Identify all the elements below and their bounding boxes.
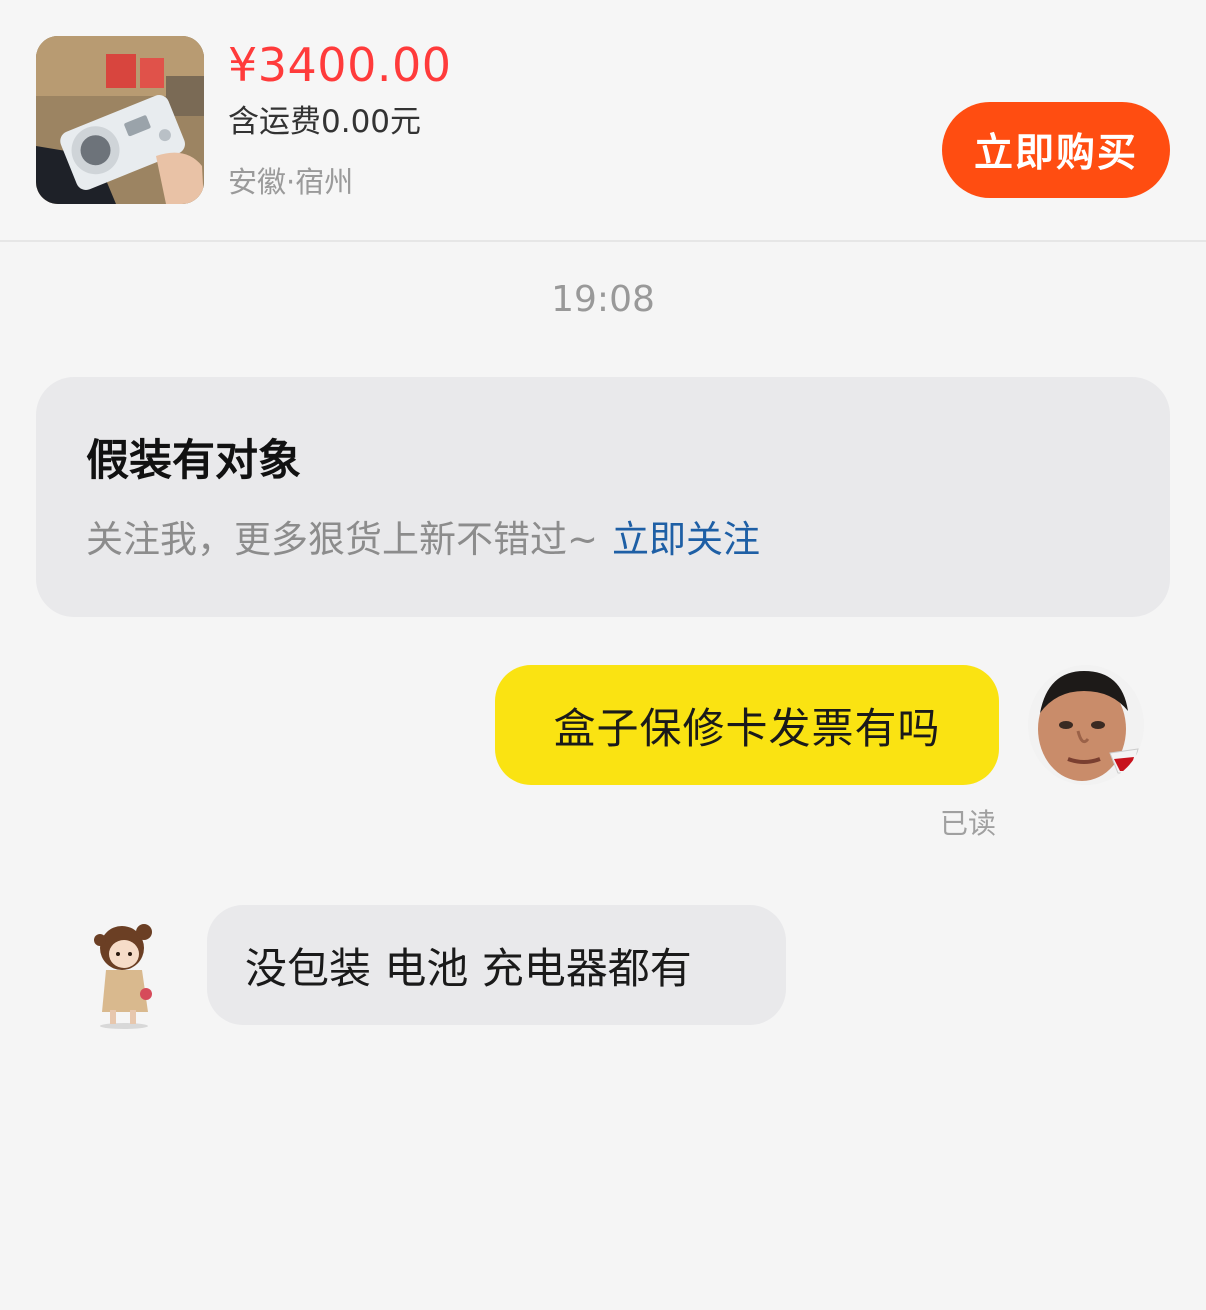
product-location: 安徽·宿州	[228, 165, 354, 199]
follow-description: 关注我，更多狠货上新不错过~ 立即关注	[86, 515, 760, 565]
chat-page: ¥3400.00 含运费0.00元 安徽·宿州 立即购买 19:08 假装有对象…	[0, 0, 1206, 1310]
chat-timestamp: 19:08	[551, 279, 655, 320]
seller-name: 假装有对象	[86, 436, 301, 486]
buy-now-button[interactable]: 立即购买	[942, 102, 1170, 198]
product-header: ¥3400.00 含运费0.00元 安徽·宿州 立即购买	[0, 0, 1206, 242]
product-image[interactable]	[36, 36, 204, 204]
product-price: ¥3400.00	[228, 38, 452, 92]
follow-description-text: 关注我，更多狠货上新不错过~	[86, 518, 599, 561]
read-status: 已读	[940, 807, 997, 840]
follow-card: 假装有对象 关注我，更多狠货上新不错过~ 立即关注	[36, 377, 1170, 617]
seller-avatar[interactable]	[84, 918, 168, 1030]
self-avatar[interactable]	[1028, 665, 1144, 785]
sent-message-bubble[interactable]: 盒子保修卡发票有吗	[495, 665, 999, 785]
received-message-bubble[interactable]: 没包装 电池 充电器都有	[207, 905, 786, 1025]
follow-link[interactable]: 立即关注	[612, 518, 760, 561]
shipping-fee: 含运费0.00元	[228, 104, 422, 140]
